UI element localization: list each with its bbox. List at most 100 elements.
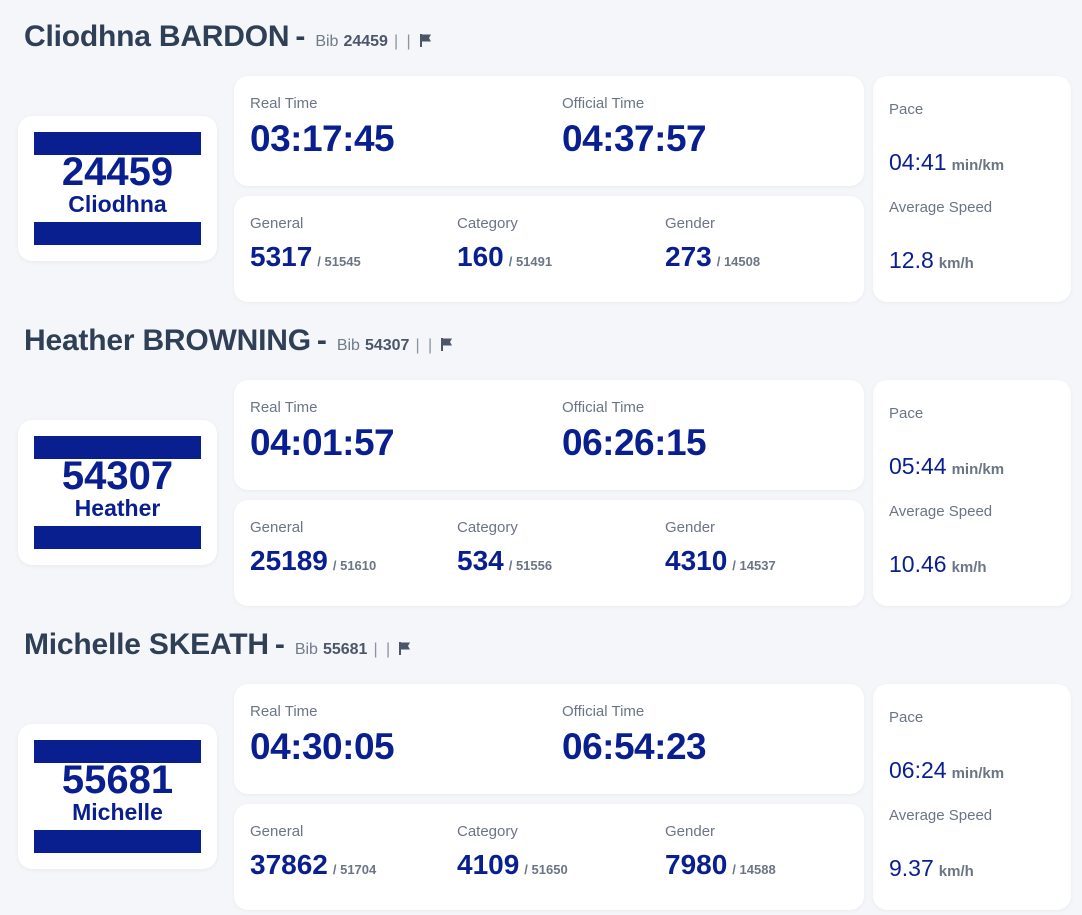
times-card: Real Time 04:01:57 Official Time 06:26:1… (234, 380, 864, 490)
bib-label: Bib (294, 641, 318, 658)
category-rank-value: 4109 (457, 849, 520, 880)
speed-card: Pace 05:44 min/km Average Speed 10.46 km/h (873, 380, 1071, 606)
name-separator: - (316, 324, 327, 357)
real-time-value: 03:17:45 (250, 118, 395, 159)
ranks-card: General 37862 / 51704 Category 4109 / 5165… (234, 804, 864, 910)
bib-card: 55681 Michelle (18, 724, 217, 869)
category-rank-total: / 51556 (508, 558, 553, 573)
times-card: Real Time 04:30:05 Official Time 06:54:2… (234, 684, 864, 794)
gender-rank: 4310 / 14537 (665, 545, 776, 577)
ranks-card: General 5317/ 51545 Category 160/ 51491 … (234, 196, 864, 302)
pace-unit: min/km (951, 157, 1005, 174)
runner-result: Cliodhna BARDON - Bib 24459 | | 24459 Cl… (0, 0, 1082, 304)
pace-value: 05:44 min/km (889, 453, 1004, 480)
official-time-label: Official Time (562, 399, 645, 416)
runner-result: Michelle SKEATH - Bib 55681 | | 55681 Mi… (0, 608, 1082, 912)
category-rank-total: / 51491 (508, 254, 553, 269)
general-rank-value: 37862 (250, 849, 328, 880)
official-time-value: 06:26:15 (562, 422, 707, 463)
bib-card: 54307 Heather (18, 420, 217, 565)
speed-card: Pace 06:24 min/km Average Speed 9.37 km/h (873, 684, 1071, 910)
bib-label: Bib (336, 337, 360, 354)
results-list: Cliodhna BARDON - Bib 24459 | | 24459 Cl… (0, 0, 1082, 912)
name-separator: - (295, 20, 306, 53)
runner-header: Cliodhna BARDON - Bib 24459 | | (24, 20, 433, 54)
average-speed-number: 12.8 (889, 247, 934, 273)
average-speed-label: Average Speed (889, 807, 993, 824)
real-time-value: 04:30:05 (250, 726, 395, 767)
runner-name[interactable]: Heather BROWNING (24, 324, 311, 358)
official-time-value: 04:37:57 (562, 118, 707, 159)
separator-pipes: | | (415, 337, 435, 354)
general-rank: 25189 / 51610 (250, 545, 376, 577)
real-time-label: Real Time (250, 703, 318, 720)
official-time-value: 06:54:23 (562, 726, 707, 767)
pace-unit: min/km (951, 461, 1005, 478)
general-rank-value: 5317 (250, 241, 313, 272)
name-separator: - (274, 628, 285, 661)
gender-rank-total: / 14508 (716, 254, 761, 269)
pace-unit: min/km (951, 765, 1005, 782)
category-rank: 160 / 51491 (457, 241, 552, 273)
gender-rank: 7980 / 14588 (665, 849, 776, 881)
real-time-label: Real Time (250, 399, 318, 416)
separator-pipes: | | (373, 641, 393, 658)
general-label: General (250, 215, 304, 232)
pace-label: Pace (889, 709, 924, 726)
pace-value: 06:24 min/km (889, 757, 1004, 784)
pace-number: 04:41 (889, 149, 947, 175)
gender-label: Gender (665, 823, 716, 840)
general-rank-total: / 51545 (317, 254, 361, 269)
category-label: Category (457, 823, 518, 840)
gender-rank-value: 273 (665, 241, 712, 272)
bib-card-number: 24459 (61, 150, 174, 194)
flag-icon[interactable] (440, 337, 454, 352)
gender-label: Gender (665, 215, 716, 232)
category-rank-value: 160 (457, 241, 504, 272)
bib-card-first-name: Heather (74, 495, 161, 521)
bib-number: 24459 (343, 33, 388, 50)
category-rank: 534 / 51556 (457, 545, 552, 577)
average-speed-number: 10.46 (889, 551, 947, 577)
speed-unit: km/h (951, 559, 987, 576)
gender-label: Gender (665, 519, 716, 536)
bib-bar-bottom (34, 222, 201, 245)
speed-card: Pace 04:41 min/km Average Speed 12.8 km/h (873, 76, 1071, 302)
general-label: General (250, 519, 304, 536)
real-time-value: 04:01:57 (250, 422, 395, 463)
ranks-card: General 25189 / 51610 Category 534 / 51556… (234, 500, 864, 606)
bib-bar-bottom (34, 526, 201, 549)
runner-header: Heather BROWNING - Bib 54307 | | (24, 324, 454, 358)
bib-card-number: 55681 (61, 758, 174, 802)
category-rank: 4109 / 51650 (457, 849, 568, 881)
average-speed-label: Average Speed (889, 199, 993, 216)
pace-label: Pace (889, 405, 924, 422)
runner-name[interactable]: Cliodhna BARDON (24, 20, 290, 54)
general-rank: 5317 / 51545 (250, 241, 361, 273)
flag-icon[interactable] (398, 641, 412, 656)
pace-value: 04:41 min/km (889, 149, 1004, 176)
gender-rank-value: 7980 (665, 849, 728, 880)
bib-label: Bib (315, 33, 339, 50)
bib-card: 24459 Cliodhna (18, 116, 217, 261)
average-speed-number: 9.37 (889, 855, 934, 881)
runner-result: Heather BROWNING - Bib 54307 | | 54307 H… (0, 304, 1082, 608)
pace-number: 05:44 (889, 453, 947, 479)
flag-icon[interactable] (419, 33, 433, 48)
general-rank-value: 25189 (250, 545, 328, 576)
bib-number: 54307 (364, 337, 410, 354)
bib-card-first-name: Michelle (72, 799, 163, 825)
average-speed-value: 10.46 km/h (889, 551, 987, 578)
pace-number: 06:24 (889, 757, 947, 783)
bib-card-number: 54307 (61, 454, 174, 498)
gender-rank: 273 / 14508 (665, 241, 760, 273)
gender-rank-total: / 14537 (732, 558, 776, 573)
runner-name[interactable]: Michelle SKEATH (24, 628, 269, 662)
category-rank-value: 534 (457, 545, 504, 576)
pace-label: Pace (889, 101, 924, 118)
gender-rank-value: 4310 (665, 545, 728, 576)
separator-pipes: | | (393, 33, 413, 50)
average-speed-value: 12.8 km/h (889, 247, 974, 274)
gender-rank-total: / 14588 (732, 862, 776, 877)
real-time-label: Real Time (250, 95, 318, 112)
